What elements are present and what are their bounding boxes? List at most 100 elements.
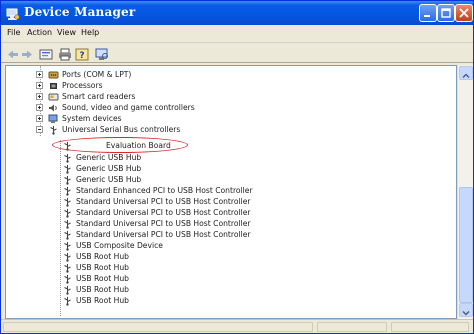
usb-device-icon xyxy=(62,263,73,273)
title-bar[interactable]: Device Manager xyxy=(1,1,473,25)
usb-device-icon xyxy=(62,241,73,251)
vertical-scrollbar[interactable] xyxy=(457,65,473,319)
device-label: Generic USB Hub xyxy=(76,175,142,184)
device-manager-window: Device Manager File Action View Help ? P… xyxy=(0,0,474,334)
properties-button[interactable] xyxy=(39,46,53,60)
usb-device-row[interactable]: Standard Universal PCI to USB Host Contr… xyxy=(6,229,306,240)
menu-view[interactable]: View xyxy=(57,28,76,37)
category-label: Processors xyxy=(62,81,103,90)
tree-category-smart-card-readers[interactable]: Smart card readers xyxy=(6,91,306,102)
menu-help[interactable]: Help xyxy=(81,28,99,37)
tree-category-sound-video-game[interactable]: Sound, video and game controllers xyxy=(6,102,306,113)
print-icon xyxy=(59,48,71,61)
usb-device-row[interactable]: Standard Universal PCI to USB Host Contr… xyxy=(6,196,306,207)
minimize-icon xyxy=(424,15,430,17)
maximize-button[interactable] xyxy=(437,4,455,22)
category-label: Sound, video and game controllers xyxy=(62,103,195,112)
menu-action[interactable]: Action xyxy=(27,28,52,37)
usb-device-row[interactable]: Generic USB Hub xyxy=(6,163,306,174)
svg-text:?: ? xyxy=(79,51,84,61)
toolbar: ? xyxy=(1,43,473,63)
usb-device-icon xyxy=(62,274,73,284)
print-button[interactable] xyxy=(58,46,72,61)
usb-device-row[interactable]: USB Composite Device xyxy=(6,240,306,251)
minimize-button[interactable] xyxy=(419,4,437,22)
device-label: USB Composite Device xyxy=(76,241,163,250)
status-pane xyxy=(317,322,387,332)
usb-device-icon xyxy=(62,186,73,196)
usb-device-row[interactable]: Standard Enhanced PCI to USB Host Contro… xyxy=(6,185,306,196)
help-icon: ? xyxy=(75,48,89,61)
usb-device-icon xyxy=(62,164,73,174)
usb-controller-icon xyxy=(48,125,59,135)
scroll-down-button[interactable] xyxy=(459,303,473,317)
close-button[interactable] xyxy=(455,4,473,22)
category-label: Ports (COM & LPT) xyxy=(62,70,132,79)
help-button[interactable]: ? xyxy=(75,46,89,61)
device-tree-panel[interactable]: Ports (COM & LPT) Processors Smart card … xyxy=(5,65,457,319)
category-label: Smart card readers xyxy=(62,92,136,101)
expand-toggle[interactable] xyxy=(36,115,43,122)
usb-device-row[interactable]: USB Root Hub xyxy=(6,251,306,262)
properties-icon xyxy=(39,49,53,60)
expand-toggle[interactable] xyxy=(36,93,43,100)
usb-device-row[interactable]: Generic USB Hub xyxy=(6,152,306,163)
device-label: USB Root Hub xyxy=(76,263,129,272)
usb-device-row[interactable]: Standard Universal PCI to USB Host Contr… xyxy=(6,207,306,218)
usb-device-icon xyxy=(62,153,73,163)
usb-device-icon xyxy=(62,208,73,218)
maximize-icon xyxy=(441,8,451,18)
status-pane-main xyxy=(3,322,313,332)
computer-management-icon xyxy=(6,6,20,20)
tree-category-ports[interactable]: Ports (COM & LPT) xyxy=(6,69,306,80)
device-label: USB Root Hub xyxy=(76,274,129,283)
device-label: Standard Universal PCI to USB Host Contr… xyxy=(76,208,251,217)
usb-device-icon xyxy=(62,285,73,295)
usb-device-icon xyxy=(62,197,73,207)
expand-toggle[interactable] xyxy=(36,104,43,111)
device-label: Standard Universal PCI to USB Host Contr… xyxy=(76,197,251,206)
device-label: USB Root Hub xyxy=(76,285,129,294)
chevron-up-icon xyxy=(462,73,470,79)
category-label: Universal Serial Bus controllers xyxy=(62,125,181,134)
usb-device-row[interactable]: USB Root Hub xyxy=(6,284,306,295)
usb-device-row[interactable]: USB Root Hub xyxy=(6,295,306,306)
expand-toggle[interactable] xyxy=(36,71,43,78)
expand-toggle[interactable] xyxy=(36,82,43,89)
usb-device-row[interactable]: Standard Universal PCI to USB Host Contr… xyxy=(6,218,306,229)
tree-category-system-devices[interactable]: System devices xyxy=(6,113,306,124)
tree-category-usb-controllers[interactable]: Universal Serial Bus controllers xyxy=(6,124,306,135)
close-icon xyxy=(459,8,469,18)
back-button[interactable] xyxy=(6,46,20,59)
tree-category-processors[interactable]: Processors xyxy=(6,80,306,91)
status-bar xyxy=(1,319,473,333)
scan-hardware-button[interactable] xyxy=(95,46,109,60)
sound-icon xyxy=(48,103,59,113)
collapse-toggle[interactable] xyxy=(36,126,43,133)
usb-device-icon xyxy=(62,230,73,240)
category-label: System devices xyxy=(62,114,122,123)
usb-device-row[interactable]: Generic USB Hub xyxy=(6,174,306,185)
processor-icon xyxy=(48,81,59,91)
device-label: USB Root Hub xyxy=(76,296,129,305)
menu-file[interactable]: File xyxy=(7,28,20,37)
device-label: Standard Enhanced PCI to USB Host Contro… xyxy=(76,186,253,195)
forward-button[interactable] xyxy=(20,46,34,59)
menu-bar: File Action View Help xyxy=(1,25,473,43)
back-arrow-icon xyxy=(8,50,18,59)
usb-device-row[interactable]: USB Root Hub xyxy=(6,262,306,273)
usb-device-icon xyxy=(62,219,73,229)
scroll-up-button[interactable] xyxy=(459,66,473,80)
device-label: Standard Universal PCI to USB Host Contr… xyxy=(76,219,251,228)
highlight-circle xyxy=(52,137,188,153)
system-device-icon xyxy=(48,114,59,124)
device-label: Generic USB Hub xyxy=(76,164,142,173)
usb-device-icon xyxy=(62,252,73,262)
usb-device-row[interactable]: USB Root Hub xyxy=(6,273,306,284)
device-label: USB Root Hub xyxy=(76,252,129,261)
smart-card-icon xyxy=(48,92,59,102)
device-label: Generic USB Hub xyxy=(76,153,142,162)
scroll-thumb[interactable] xyxy=(459,187,473,303)
scan-hardware-icon xyxy=(95,48,108,60)
status-pane xyxy=(391,322,469,332)
